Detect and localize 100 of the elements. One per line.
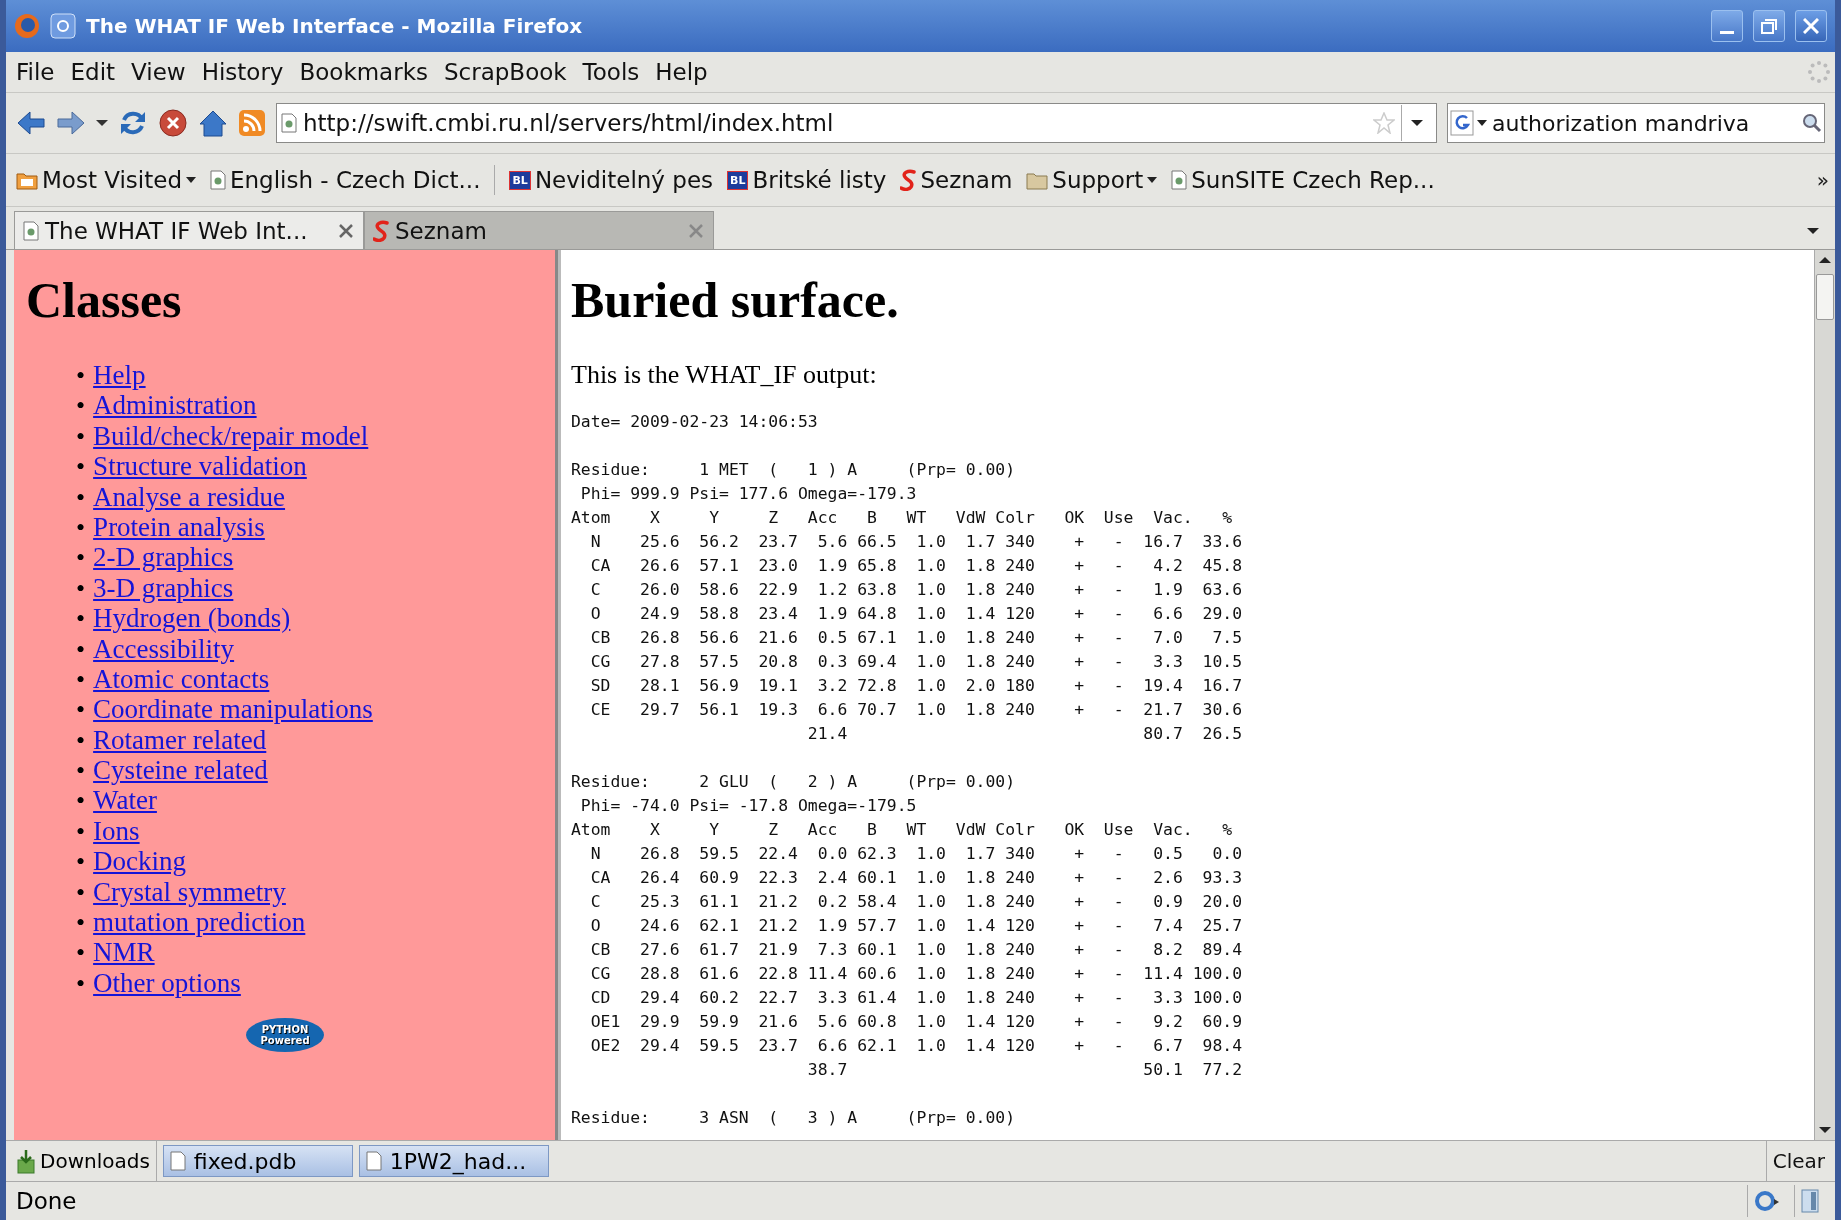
window-menu-icon[interactable]	[50, 13, 76, 39]
bullet: •	[76, 816, 86, 848]
scrollbar-thumb[interactable]	[1816, 274, 1834, 320]
sync-icon[interactable]	[1754, 1189, 1780, 1213]
output-line: CB 27.6 61.7 21.9 7.3 60.1 1.0 1.8 240 + - 8.2 89.4	[589, 939, 1244, 961]
class-link[interactable]: Analyse a residue	[93, 481, 286, 512]
output-line: Atom X Y Z Acc B WT VdW Colr OK Use Vac. %	[571, 819, 1234, 841]
output-line: Residue: 2 GLU ( 2 ) A (Prp= 0.00)	[571, 771, 1017, 793]
downloads-button[interactable]: Downloads	[10, 1141, 157, 1181]
restore-icon	[1761, 18, 1777, 34]
menu-item[interactable]: View	[125, 57, 192, 87]
menu-item[interactable]: History	[195, 57, 290, 87]
star-icon[interactable]	[1373, 112, 1395, 134]
bookmark-item[interactable]: Most Visited	[12, 165, 200, 195]
window-title: The WHAT IF Web Interface - Mozilla Firefox	[86, 14, 584, 38]
class-link[interactable]: 3-D graphics	[93, 572, 234, 604]
bookmark-badge: BL	[727, 170, 749, 190]
scrollbar[interactable]	[1814, 250, 1835, 1140]
output-line: CB 26.8 56.6 21.6 0.5 67.1 1.0 1.8 240 + - 7.0 7.5	[589, 627, 1244, 649]
menu-item[interactable]: File	[10, 57, 61, 87]
class-link[interactable]: Crystal symmetry	[93, 876, 286, 908]
firefox-logo-icon	[14, 13, 40, 39]
class-link[interactable]: Accessibility	[93, 633, 235, 664]
bullet: •	[76, 482, 86, 513]
bookmark-item[interactable]: English - Czech Dict...	[206, 165, 485, 195]
output-line: Phi= 999.9 Psi= 177.6 Omega=-179.3	[579, 483, 918, 505]
page-icon	[1171, 170, 1188, 190]
back-arrow-icon[interactable]	[16, 109, 46, 137]
class-link[interactable]: NMR	[93, 937, 155, 968]
caret-icon[interactable]	[1411, 119, 1423, 127]
bookmark-item[interactable]: BL Neviditelný pes	[505, 165, 718, 195]
class-link[interactable]: Protein analysis	[93, 511, 265, 543]
output-line: O 24.6 62.1 21.2 1.9 57.7 1.0 1.4 120 + - 7.4 25.7	[589, 915, 1244, 937]
class-link[interactable]: Rotamer related	[93, 724, 267, 756]
bullet: •	[76, 452, 86, 483]
class-link[interactable]: 2-D graphics	[93, 542, 234, 573]
caret-icon	[186, 176, 196, 184]
bookmark-item[interactable]: BL Britské listy	[723, 165, 891, 195]
menu-item[interactable]: Tools	[576, 57, 646, 87]
class-link[interactable]: Help	[93, 360, 146, 391]
output-line: N 25.6 56.2 23.7 5.6 66.5 1.0 1.7 340 + - 16.7 33.6	[589, 531, 1244, 553]
class-link[interactable]: Docking	[93, 846, 187, 877]
class-link[interactable]: mutation prediction	[93, 907, 306, 938]
maximize-button[interactable]	[1753, 10, 1785, 42]
class-link[interactable]: Hydrogen (bonds)	[93, 603, 291, 634]
close-icon[interactable]	[337, 221, 355, 240]
output-line: Phi= -74.0 Psi= -17.8 Omega=-179.5	[579, 795, 918, 817]
panel-icon[interactable]	[1801, 1189, 1819, 1213]
download-item[interactable]: fixed.pdb	[162, 1145, 353, 1177]
menu-item[interactable]: Help	[649, 57, 714, 87]
output-line: Residue: 3 ASN ( 3 ) A (Prp= 0.00)	[571, 1107, 1017, 1129]
clear-button[interactable]: Clear	[1765, 1141, 1831, 1181]
bookmark-item[interactable]: Seznam	[896, 165, 1017, 195]
output-line: 38.7 50.1 77.2	[806, 1059, 1244, 1081]
forward-arrow-icon[interactable]	[56, 109, 86, 137]
output-line: O 24.9 58.8 23.4 1.9 64.8 1.0 1.4 120 + - 6.6 29.0	[589, 603, 1244, 625]
scroll-down-icon[interactable]	[1819, 1126, 1831, 1134]
menu-item[interactable]: Bookmarks	[293, 57, 434, 87]
bullet: •	[76, 391, 86, 422]
scroll-up-icon[interactable]	[1819, 256, 1831, 264]
rss-feed-icon[interactable]	[238, 109, 266, 137]
class-link[interactable]: Atomic contacts	[93, 663, 270, 695]
tab[interactable]: The WHAT IF Web Int...	[14, 211, 364, 249]
class-link[interactable]: Structure validation	[93, 451, 307, 482]
search-engine-icon[interactable]	[1450, 110, 1488, 136]
menu-item[interactable]: ScrapBook	[437, 57, 573, 87]
file-icon	[365, 1151, 382, 1171]
bullet: •	[76, 908, 86, 939]
stop-icon[interactable]	[158, 108, 188, 138]
output-line: CG 28.8 61.6 22.8 11.4 60.6 1.0 1.8 240 + - 11.4 100.0	[589, 963, 1244, 985]
menu-item[interactable]: Edit	[64, 57, 122, 87]
output-line: Residue: 1 MET ( 1 ) A (Prp= 0.00)	[571, 459, 1017, 481]
python-powered-badge: PYTHON Powered	[246, 1018, 324, 1053]
download-item[interactable]: 1PW2_had...	[358, 1145, 549, 1177]
close-icon	[1803, 18, 1819, 34]
output-line: C 26.0 58.6 22.9 1.2 63.8 1.0 1.8 240 + - 1.9 63.6	[589, 579, 1244, 601]
bullet: •	[76, 695, 86, 726]
class-link[interactable]: Coordinate manipulations	[93, 694, 373, 725]
caret-icon[interactable]	[1807, 227, 1819, 235]
class-link[interactable]: Water	[93, 785, 157, 816]
class-link[interactable]: Build/check/repair model	[93, 420, 369, 452]
bookmark-item[interactable]: Support	[1022, 165, 1162, 195]
caret-icon[interactable]	[96, 119, 108, 127]
class-link[interactable]: Other options	[93, 967, 241, 999]
search-field[interactable]: authorization mandriva	[1447, 103, 1825, 143]
output-line: CE 29.7 56.1 19.3 6.6 70.7 1.0 1.8 240 + - 21.7 30.6	[589, 699, 1244, 721]
page-icon	[281, 113, 297, 133]
home-icon[interactable]	[198, 108, 228, 138]
class-link[interactable]: Ions	[93, 815, 140, 847]
bullet: •	[76, 786, 86, 817]
close-button[interactable]	[1795, 10, 1827, 42]
bullet: •	[76, 421, 86, 453]
class-link[interactable]: Administration	[93, 390, 257, 421]
bookmark-item[interactable]: SunSITE Czech Rep...	[1167, 165, 1439, 195]
address-field[interactable]: http://swift.cmbi.ru.nl/servers/html/index.html	[276, 103, 1437, 143]
tab[interactable]: Seznam	[364, 211, 714, 249]
minimize-button[interactable]	[1711, 10, 1743, 42]
search-icon[interactable]	[1802, 113, 1822, 133]
more-bookmarks-button[interactable]: »	[1816, 168, 1829, 192]
class-link[interactable]: Cysteine related	[93, 755, 268, 786]
